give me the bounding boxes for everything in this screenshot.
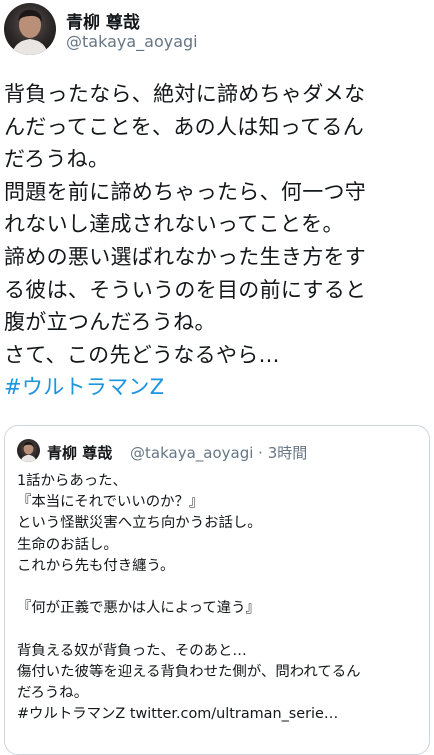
avatar-portrait-icon bbox=[12, 9, 48, 55]
tweet-line: 諦めの悪い選ばれなかった生き方をす bbox=[4, 244, 367, 269]
quoted-line-blank bbox=[17, 619, 422, 640]
author-display-name[interactable]: 青柳 尊哉 bbox=[66, 8, 140, 33]
quoted-handle-time: @takaya_aoyagi · 3時間 bbox=[130, 444, 308, 462]
tweet-line: だろうね。 bbox=[4, 147, 110, 172]
avatar-portrait-icon bbox=[20, 442, 37, 462]
quoted-line: 傷付いた彼等を迎える背負わせた側が、問われてるん bbox=[17, 663, 361, 680]
tweet-line: れないし達成されないってことを。 bbox=[4, 212, 344, 237]
quoted-line-blank bbox=[17, 577, 422, 598]
quoted-tweet-card[interactable]: 青柳 尊哉 @takaya_aoyagi · 3時間 1話からあった、 『本当に… bbox=[4, 425, 430, 755]
quoted-tweet-text: 1話からあった、 『本当にそれでいいのか？』 という怪獣災害へ立ち向かうお話し。… bbox=[17, 471, 422, 725]
quoted-line: 生命のお話し。 bbox=[17, 536, 118, 553]
tweet-line: 腹が立つんだろうね。 bbox=[4, 310, 216, 335]
hashtag-link[interactable]: #ウルトラマンZ bbox=[4, 371, 432, 404]
quoted-avatar bbox=[17, 439, 40, 462]
quoted-display-name: 青柳 尊哉 bbox=[47, 444, 113, 462]
tweet-line: 背負ったなら、絶対に諦めちゃダメな bbox=[4, 82, 366, 106]
tweet-line: んだってことを、あの人は知ってるん bbox=[4, 114, 364, 139]
tweet-line: る彼は、そういうのを目の前にすると bbox=[4, 277, 367, 302]
quoted-line-hashtag-link[interactable]: #ウルトラマンZ twitter.com/ultraman_serie… bbox=[17, 704, 422, 725]
quoted-line: 背負える奴が背負った、そのあと… bbox=[17, 642, 247, 659]
author-handle[interactable]: @takaya_aoyagi bbox=[66, 32, 198, 51]
tweet-line: 問題を前に諦めちゃったら、何一つ守 bbox=[4, 179, 367, 204]
quoted-line: だろうね。 bbox=[17, 684, 89, 701]
tweet-header: 青柳 尊哉 @takaya_aoyagi bbox=[0, 0, 434, 66]
quoted-line: 『本当にそれでいいのか？』 bbox=[17, 494, 204, 511]
tweet-text: 背負ったなら、絶対に諦めちゃダメな んだってことを、あの人は知ってるん だろうね… bbox=[4, 78, 432, 404]
quoted-line: 『何が正義で悪かは人によって違う』 bbox=[17, 600, 260, 617]
avatar[interactable] bbox=[4, 3, 56, 55]
quoted-line: これから先も付き纏う。 bbox=[17, 557, 175, 574]
quoted-line: 1話からあった、 bbox=[17, 473, 127, 489]
quoted-line: という怪獣災害へ立ち向かうお話し。 bbox=[17, 515, 262, 532]
tweet-line: さて、この先どうなるやら… bbox=[4, 342, 280, 367]
